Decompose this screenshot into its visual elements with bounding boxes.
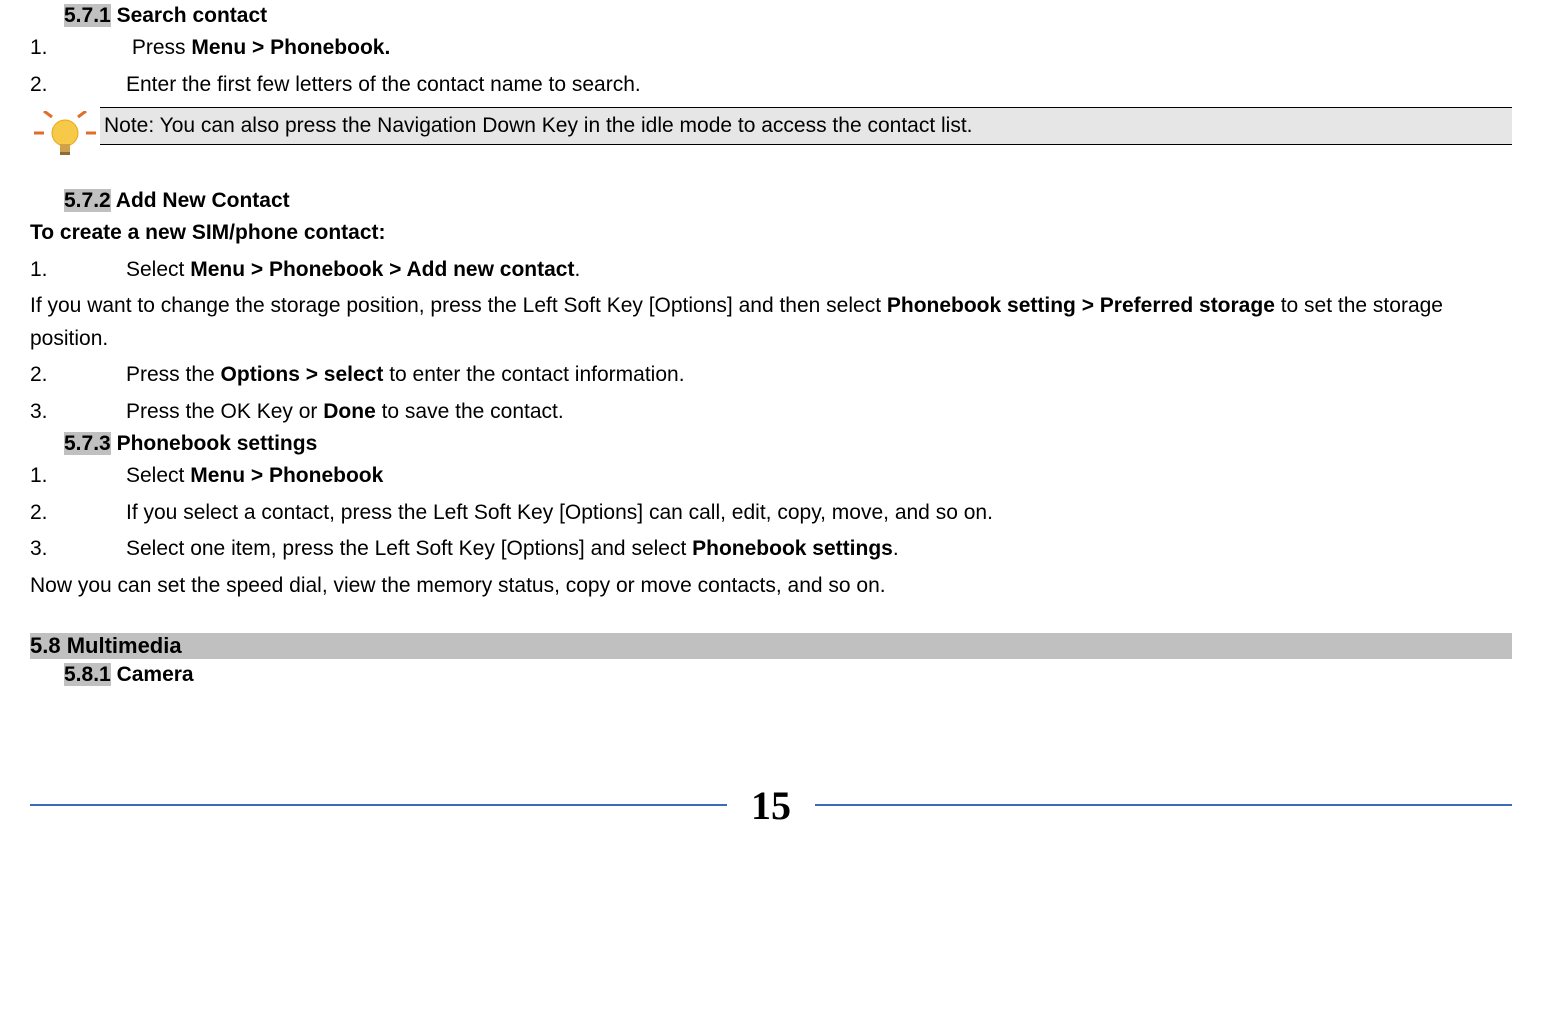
menu-path: Menu > Phonebook <box>190 464 383 487</box>
step-1: 1.Select Menu > Phonebook <box>30 460 1512 493</box>
page-footer: 15 <box>30 782 1512 849</box>
step-text: Select one item, press the Left Soft Key… <box>126 537 692 560</box>
menu-path: Menu > Phonebook. <box>191 36 390 59</box>
step-3: 3.Select one item, press the Left Soft K… <box>30 533 1512 566</box>
step-text: to enter the contact information. <box>383 363 684 386</box>
list-number: 1. <box>30 460 126 493</box>
step-text: Select <box>126 258 190 281</box>
note-text: Note: You can also press the Navigation … <box>100 107 1512 145</box>
list-number: 2. <box>30 497 126 530</box>
section-number: 5.7.3 <box>64 432 111 455</box>
body-text: If you want to change the storage positi… <box>30 294 887 317</box>
list-number: 1. <box>30 254 126 287</box>
step-text: . <box>893 537 899 560</box>
footer-rule-right <box>815 804 1512 806</box>
heading-581: 5.8.1 Camera <box>64 663 1512 687</box>
lightbulb-icon <box>30 111 100 161</box>
step-2: 2.Press the Options > select to enter th… <box>30 359 1512 392</box>
list-number: 2. <box>30 69 126 102</box>
menu-path: Menu > Phonebook > Add new contact <box>190 258 574 281</box>
heading-573: 5.7.3 Phonebook settings <box>64 432 1512 456</box>
heading-572: 5.7.2 Add New Contact <box>64 189 1512 213</box>
closing-line: Now you can set the speed dial, view the… <box>30 570 1512 603</box>
list-number: 2. <box>30 359 126 392</box>
menu-path: Phonebook setting > Preferred storage <box>887 294 1275 317</box>
heading-58: 5.8 Multimedia <box>30 633 1512 659</box>
document-page: 5.7.1 Search contact 1. Press Menu > Pho… <box>0 4 1542 869</box>
section-number: 5.8.1 <box>64 663 111 686</box>
section-title: Phonebook settings <box>117 432 318 455</box>
step-2: 2.Enter the first few letters of the con… <box>30 69 1512 102</box>
list-number: 3. <box>30 533 126 566</box>
section-number: 5.7.1 <box>64 4 111 27</box>
step-text: Select <box>126 464 190 487</box>
list-number: 1. <box>30 32 126 65</box>
menu-path: Done <box>323 400 376 423</box>
list-number: 3. <box>30 396 126 429</box>
step-text: If you select a contact, press the Left … <box>126 501 993 524</box>
step-text: Press <box>126 36 191 59</box>
section-title: Add New Contact <box>116 189 290 212</box>
step-1: 1.Select Menu > Phonebook > Add new cont… <box>30 254 1512 287</box>
intro-line: To create a new SIM/phone contact: <box>30 217 1512 250</box>
page-number: 15 <box>727 782 815 829</box>
menu-path: Options > select <box>221 363 384 386</box>
step-text: Enter the first few letters of the conta… <box>126 73 641 96</box>
section-title: 5.8 Multimedia <box>30 633 1512 659</box>
step-text: Press the <box>126 363 221 386</box>
footer-rule-left <box>30 804 727 806</box>
section-title: Camera <box>117 663 194 686</box>
section-number: 5.7.2 <box>64 189 111 212</box>
section-title: Search contact <box>117 4 268 27</box>
step-text: to save the contact. <box>376 400 564 423</box>
note-callout: Note: You can also press the Navigation … <box>30 107 1512 161</box>
menu-path: Phonebook settings <box>692 537 893 560</box>
step-text: Press the OK Key or <box>126 400 323 423</box>
step-text: . <box>574 258 580 281</box>
paragraph: If you want to change the storage positi… <box>30 290 1512 355</box>
step-3: 3.Press the OK Key or Done to save the c… <box>30 396 1512 429</box>
step-1: 1. Press Menu > Phonebook. <box>30 32 1512 65</box>
step-2: 2.If you select a contact, press the Lef… <box>30 497 1512 530</box>
heading-571: 5.7.1 Search contact <box>64 4 1512 28</box>
